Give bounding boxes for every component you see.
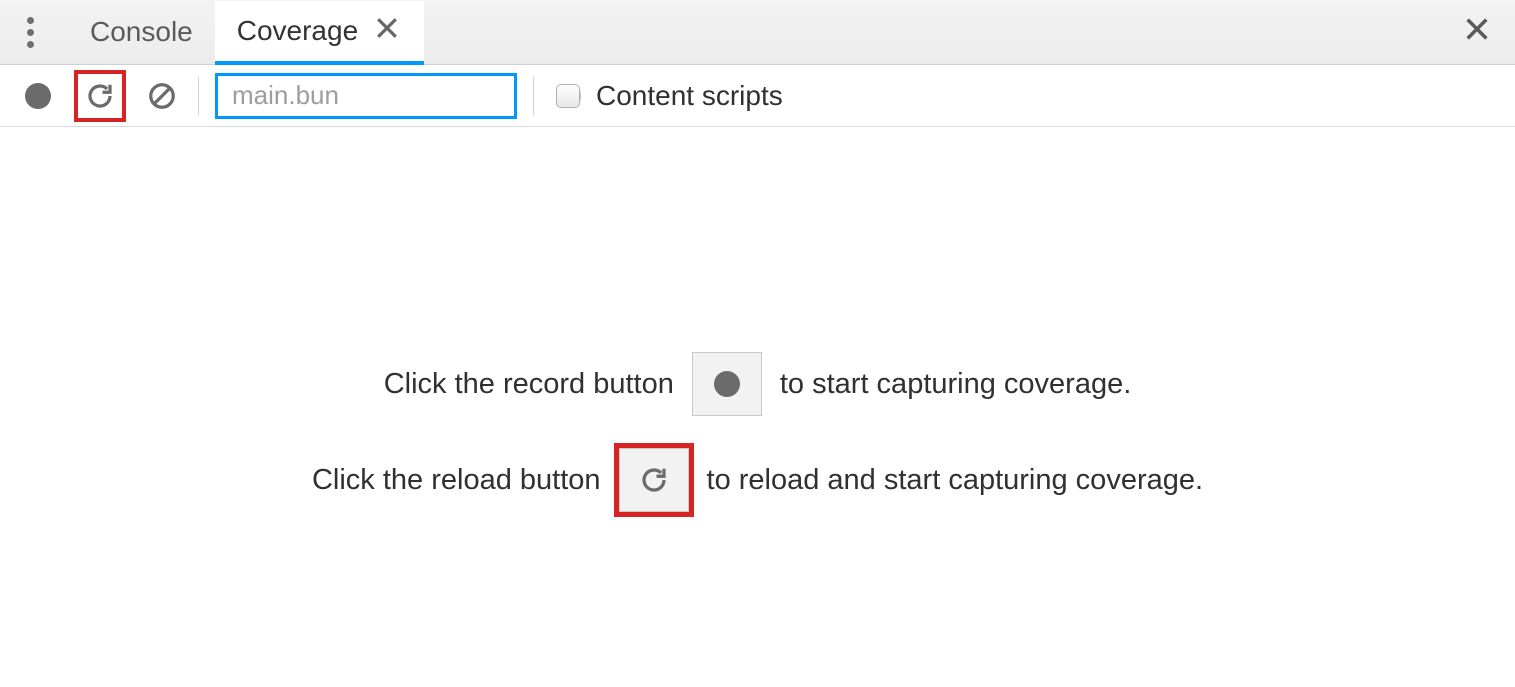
hint-text: Click the record button (384, 368, 674, 401)
tab-console[interactable]: Console (68, 0, 215, 64)
hint-record-button[interactable] (692, 352, 762, 416)
hint-text: to start capturing coverage. (780, 368, 1131, 401)
divider (533, 77, 534, 115)
url-filter-input[interactable] (230, 79, 569, 112)
hint-text: Click the reload button (312, 464, 601, 497)
reload-icon (85, 81, 115, 111)
record-icon (25, 83, 51, 109)
hint-record: Click the record button to start capturi… (384, 352, 1132, 416)
coverage-empty-pane: Click the record button to start capturi… (0, 127, 1515, 687)
tab-label: Console (90, 16, 193, 48)
reload-icon (639, 465, 669, 495)
close-icon[interactable] (372, 13, 402, 49)
content-scripts-checkbox[interactable] (556, 84, 580, 108)
reload-button[interactable] (74, 70, 126, 122)
kebab-menu-icon[interactable] (10, 12, 50, 52)
clear-button[interactable] (142, 76, 182, 116)
tab-label: Coverage (237, 15, 358, 47)
close-panel-icon[interactable] (1449, 13, 1505, 52)
record-button[interactable] (18, 76, 58, 116)
hint-reload-button[interactable] (619, 448, 689, 512)
hint-text: to reload and start capturing coverage. (707, 464, 1204, 497)
url-filter[interactable] (215, 73, 517, 119)
tab-bar: Console Coverage (0, 0, 1515, 65)
hint-reload: Click the reload button to reload and st… (312, 448, 1203, 512)
content-scripts-label: Content scripts (596, 80, 783, 112)
record-icon (714, 371, 740, 397)
block-icon (147, 81, 177, 111)
tab-coverage[interactable]: Coverage (215, 1, 424, 65)
coverage-toolbar: Content scripts (0, 65, 1515, 127)
divider (198, 77, 199, 115)
